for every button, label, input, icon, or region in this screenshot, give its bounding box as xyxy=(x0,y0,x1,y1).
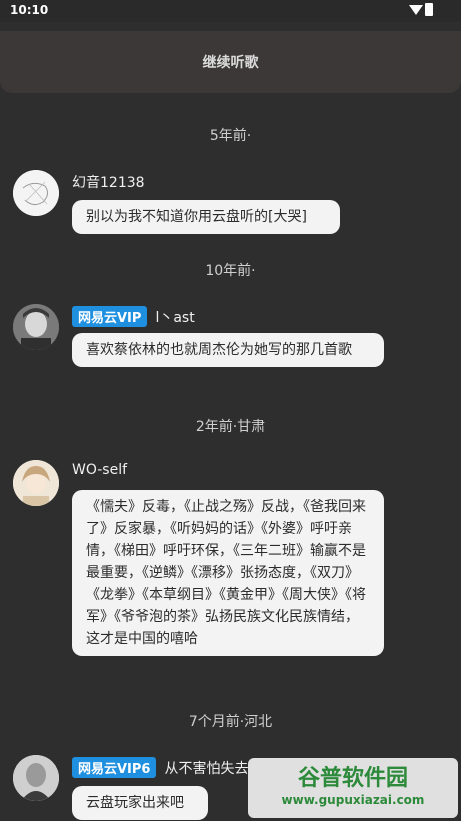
nickname[interactable]: WO-self xyxy=(72,462,127,478)
comment-timestamp: 2年前·甘肃 xyxy=(195,419,266,435)
status-bar: 10:10 xyxy=(0,0,461,22)
continue-listening-banner[interactable]: 继续听歌 xyxy=(0,31,461,93)
status-icons xyxy=(409,3,437,17)
comment-header: 幻音12138 xyxy=(72,172,145,192)
avatar-image xyxy=(13,304,59,350)
avatar-image xyxy=(13,170,59,216)
comment-bubble[interactable]: 《懦夫》反毒，《止战之殇》反战，《爸我回来了》反家暴，《听妈妈的话》《外婆》呼吁… xyxy=(72,490,384,656)
comment-bubble[interactable]: 别以为我不知道你用云盘听的[大哭] xyxy=(72,200,340,234)
nickname[interactable]: l丶ast xyxy=(155,307,194,327)
nickname[interactable]: 从不害怕失去 xyxy=(164,758,248,778)
nickname[interactable]: 幻音12138 xyxy=(72,172,145,192)
comment-timestamp: 5年前· xyxy=(209,128,252,144)
avatar[interactable] xyxy=(13,304,59,350)
comment-timestamp: 10年前· xyxy=(205,263,256,279)
avatar[interactable] xyxy=(13,755,59,801)
watermark-title: 谷普软件园 xyxy=(297,766,408,791)
comment-bubble[interactable]: 云盘玩家出来吧 xyxy=(72,786,208,820)
battery-icon xyxy=(425,3,433,16)
comment-header: WO-self xyxy=(72,462,127,478)
avatar[interactable] xyxy=(13,170,59,216)
watermark-url: www.gupuxiazai.com xyxy=(281,793,425,807)
comment-header: 网易云VIP6 从不害怕失去 xyxy=(72,757,248,778)
comment-timestamp: 7个月前·河北 xyxy=(188,714,273,730)
comment-bubble[interactable]: 喜欢蔡依林的也就周杰伦为她写的那几首歌 xyxy=(72,333,384,367)
wifi-icon xyxy=(409,5,423,15)
watermark: 谷普软件园 www.gupuxiazai.com xyxy=(248,758,458,818)
avatar-image xyxy=(13,755,59,801)
avatar[interactable] xyxy=(13,460,59,506)
continue-listening-button[interactable]: 继续听歌 xyxy=(0,31,461,93)
comment-header: 网易云VIP l丶ast xyxy=(72,306,195,327)
status-time: 10:10 xyxy=(10,3,49,17)
vip-badge: 网易云VIP6 xyxy=(72,757,157,778)
avatar-image xyxy=(13,460,59,506)
vip-badge: 网易云VIP xyxy=(72,306,148,327)
